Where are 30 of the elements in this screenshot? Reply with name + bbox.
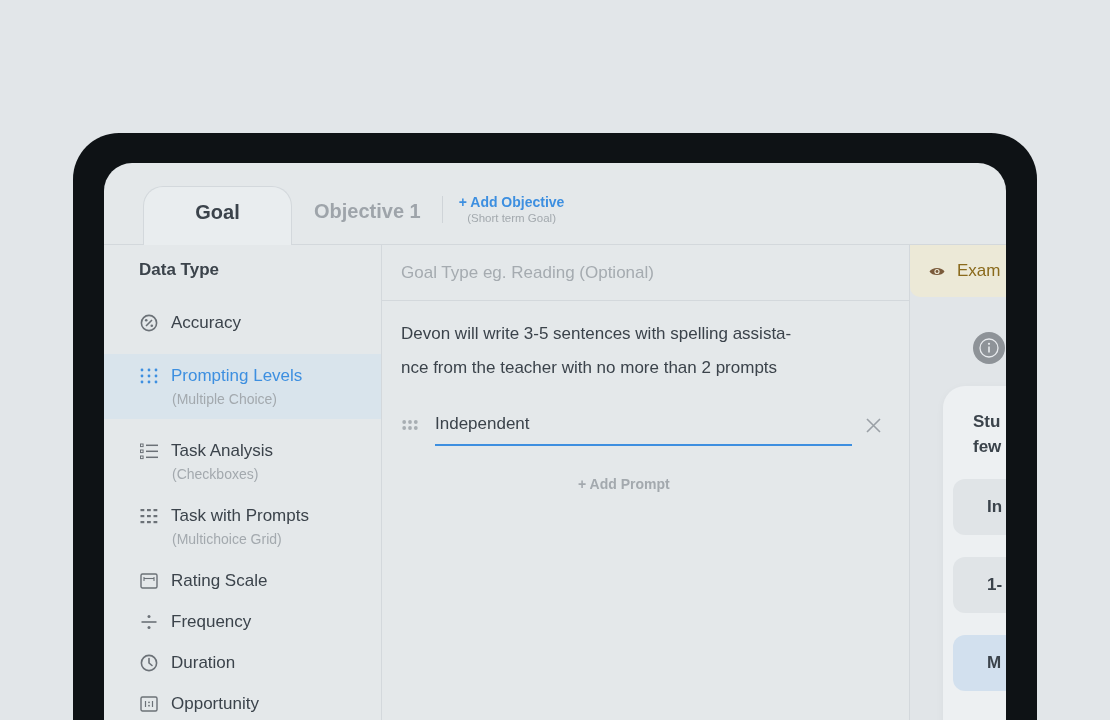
tab[interactable]: Goal bbox=[143, 186, 292, 245]
example-button[interactable]: Exam bbox=[910, 245, 1006, 297]
ratio-box-icon bbox=[140, 695, 158, 713]
divide-icon bbox=[140, 613, 158, 631]
data-type-option[interactable]: Accuracy bbox=[104, 301, 381, 342]
dash-grid-icon bbox=[140, 507, 158, 525]
list-icon bbox=[140, 442, 158, 460]
data-type-option[interactable]: Frequency bbox=[104, 600, 381, 641]
ruler-box-icon bbox=[140, 572, 158, 590]
goal-type-field[interactable]: Goal Type eg. Reading (Optional) bbox=[382, 245, 909, 301]
close-icon[interactable] bbox=[866, 417, 881, 433]
clock-icon bbox=[140, 654, 158, 672]
data-type-option[interactable]: Task Analysis (Checkboxes) bbox=[104, 429, 381, 494]
answer-option[interactable]: In bbox=[953, 479, 1006, 535]
answer-option[interactable]: M bbox=[953, 635, 1006, 691]
answer-option[interactable]: 1- bbox=[953, 557, 1006, 613]
question-text: Stu few bbox=[972, 411, 1003, 458]
dot-grid-icon bbox=[140, 367, 158, 385]
data-type-option[interactable]: Duration bbox=[104, 641, 381, 682]
drag-handle-icon[interactable] bbox=[402, 420, 418, 430]
short-term-goal-note: (Short term Goal) bbox=[467, 211, 556, 226]
goal-description-field[interactable]: Devon will write 3-5 sentences with spelling assista- nce from the teacher with no more than 2 prompts bbox=[401, 317, 890, 385]
data-type-option[interactable]: Opportunity bbox=[104, 682, 381, 720]
eye-icon bbox=[929, 265, 945, 277]
info-icon[interactable] bbox=[973, 332, 1005, 364]
data-type-option[interactable]: Task with Prompts (Multichoice Grid) bbox=[104, 494, 381, 559]
prompt-field[interactable]: Independent bbox=[435, 404, 852, 446]
data-type-option[interactable]: Rating Scale bbox=[104, 559, 381, 600]
data-type-heading: Data Type bbox=[138, 259, 220, 281]
percent-circle-icon bbox=[140, 314, 158, 332]
